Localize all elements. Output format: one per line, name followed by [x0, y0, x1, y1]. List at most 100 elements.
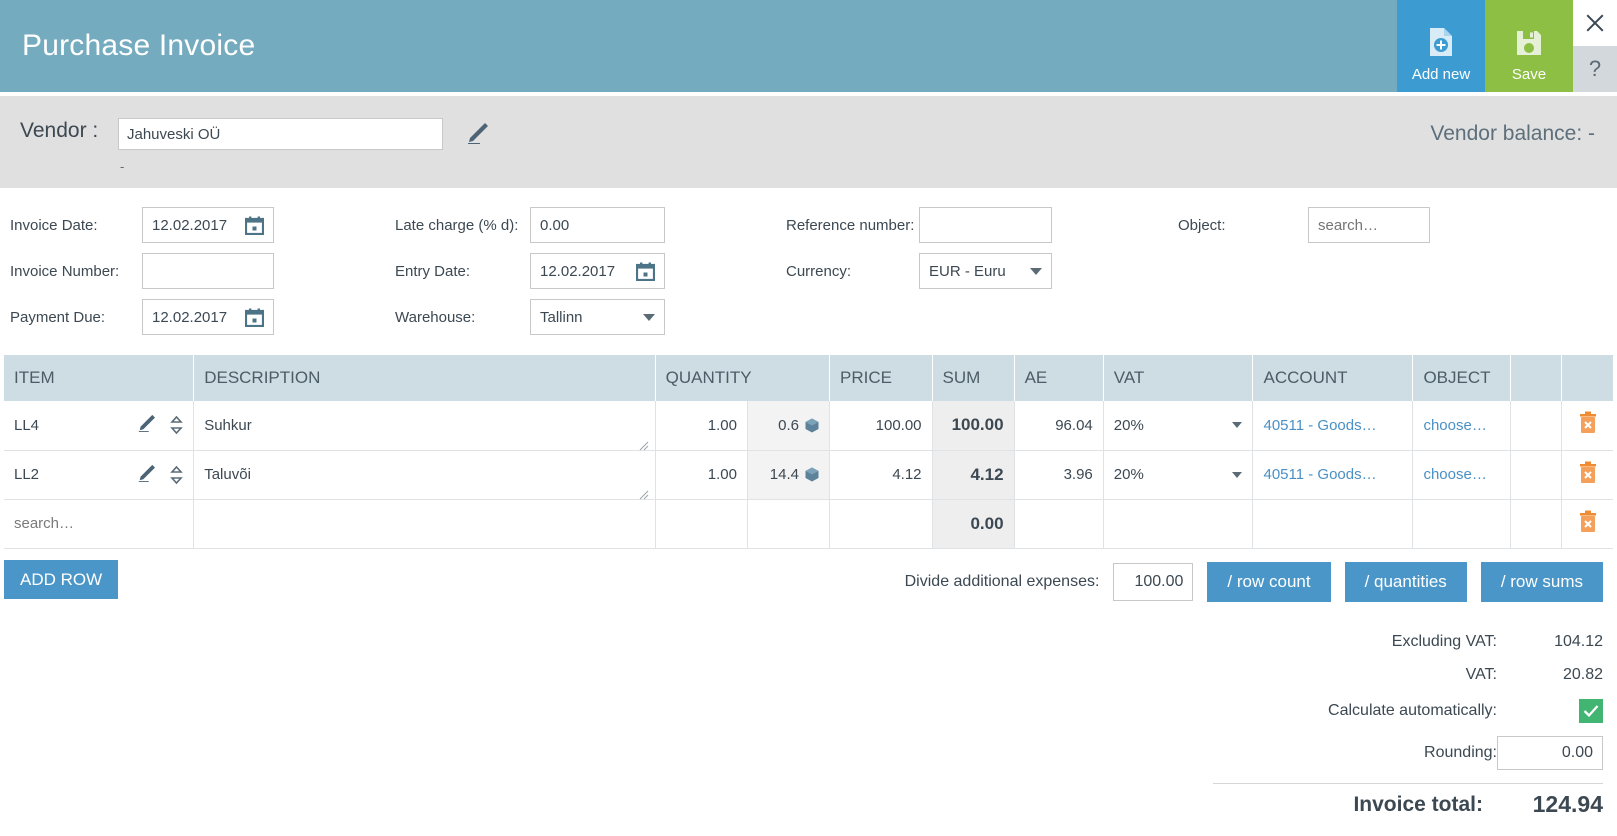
row-edit-button[interactable] — [136, 464, 156, 486]
divide-by-quantities-button[interactable]: / quantities — [1344, 562, 1467, 602]
account-link[interactable]: 40511 - Goods… — [1263, 466, 1376, 483]
column-header-sum[interactable]: SUM — [932, 355, 1015, 401]
cell-account[interactable] — [1252, 499, 1414, 549]
row-reorder-handle[interactable] — [170, 415, 183, 435]
cell-delete — [1561, 450, 1613, 500]
cell-account[interactable]: 40511 - Goods… — [1252, 450, 1414, 500]
cell-spacer — [1510, 499, 1563, 549]
textarea-resize-grip[interactable] — [639, 438, 649, 450]
chevron-down-icon — [1030, 267, 1042, 275]
invoice-form: Invoice Date: 12.02.2017 Invoice Number:… — [0, 196, 1617, 351]
invoice-total-label: Invoice total: — [1353, 792, 1483, 816]
vendor-input[interactable] — [118, 118, 443, 150]
close-button[interactable] — [1573, 0, 1617, 46]
cell-object[interactable] — [1412, 499, 1511, 549]
add-new-button[interactable]: Add new — [1397, 0, 1485, 92]
rounding-label: Rounding: — [1424, 744, 1497, 761]
cell-item[interactable]: LL4 — [4, 401, 195, 451]
cell-quantity[interactable]: 1.00 — [655, 450, 748, 500]
row-edit-button[interactable] — [136, 414, 156, 436]
window-controls: ? — [1573, 0, 1617, 92]
column-header-object[interactable]: OBJECT — [1412, 355, 1511, 401]
calculate-automatically-label: Calculate automatically: — [1328, 702, 1497, 719]
cell-object[interactable]: choose… — [1412, 401, 1511, 451]
delete-row-button[interactable] — [1577, 461, 1599, 489]
cell-vat[interactable]: 20% — [1103, 450, 1254, 500]
totals-divider — [1213, 783, 1603, 784]
document-add-icon — [1427, 27, 1455, 61]
save-button[interactable]: Save — [1485, 0, 1573, 92]
cell-price[interactable]: 4.12 — [829, 450, 933, 500]
delete-row-button[interactable] — [1577, 411, 1599, 439]
column-header-account[interactable]: ACCOUNT — [1252, 355, 1414, 401]
vendor-section: Vendor : - Vendor balance: - — [0, 96, 1617, 188]
vendor-edit-button[interactable] — [463, 122, 489, 149]
add-row-button[interactable]: ADD ROW — [4, 560, 119, 599]
warehouse-select[interactable]: Tallinn — [530, 299, 665, 335]
textarea-resize-grip[interactable] — [639, 487, 649, 499]
cell-vat[interactable]: 20% — [1103, 401, 1254, 451]
divide-by-row-sums-button[interactable]: / row sums — [1480, 562, 1603, 602]
entry-date-input[interactable]: 12.02.2017 — [530, 253, 665, 289]
column-header-ae[interactable]: AE — [1014, 355, 1104, 401]
divide-expenses-label: Divide additional expenses: — [904, 573, 1100, 590]
invoice-number-label: Invoice Number: — [10, 262, 120, 280]
cell-quantity[interactable] — [655, 499, 748, 549]
calculate-automatically-checkbox[interactable] — [1579, 699, 1603, 723]
warehouse-value: Tallinn — [540, 308, 583, 326]
cell-ae[interactable]: 3.96 — [1014, 450, 1104, 500]
divide-expenses-input[interactable] — [1113, 563, 1194, 601]
divide-by-row-count-button[interactable]: / row count — [1207, 562, 1331, 602]
reference-number-input[interactable] — [919, 207, 1052, 243]
invoice-date-value: 12.02.2017 — [152, 216, 228, 234]
column-header-vat[interactable]: VAT — [1103, 355, 1254, 401]
cell-item[interactable]: LL2 — [4, 450, 195, 500]
column-header-price[interactable]: PRICE — [829, 355, 933, 401]
late-charge-input[interactable] — [530, 207, 665, 243]
rounding-input[interactable] — [1497, 736, 1603, 770]
cell-object[interactable]: choose… — [1412, 450, 1511, 500]
account-link[interactable]: 40511 - Goods… — [1263, 417, 1376, 434]
invoice-number-input[interactable] — [142, 253, 274, 289]
cell-vat[interactable] — [1103, 499, 1254, 549]
help-button[interactable]: ? — [1573, 46, 1617, 92]
row-reorder-handle[interactable] — [170, 465, 183, 485]
object-link[interactable]: choose… — [1423, 466, 1486, 483]
cell-price[interactable] — [829, 499, 933, 549]
stock-value: 0.6 — [778, 416, 799, 434]
cell-description[interactable]: Suhkur — [193, 401, 656, 451]
vat-value: 20% — [1113, 466, 1144, 483]
object-field: Object: — [1178, 207, 1430, 243]
cell-item-search[interactable]: search… — [4, 499, 195, 549]
cell-description[interactable] — [193, 499, 656, 549]
cell-sum: 100.00 — [932, 401, 1015, 451]
cell-account[interactable]: 40511 - Goods… — [1252, 401, 1414, 451]
table-row: LL2 Taluvõi 1.00 14.4 4.12 4.12 3.96 20%… — [4, 450, 1613, 500]
cell-quantity[interactable]: 1.00 — [655, 401, 748, 451]
invoice-total-value: 124.94 — [1532, 791, 1603, 817]
invoice-number-field: Invoice Number: — [10, 253, 274, 289]
cell-ae[interactable]: 96.04 — [1014, 401, 1104, 451]
cell-description[interactable]: Taluvõi — [193, 450, 656, 500]
close-icon — [1584, 12, 1606, 34]
help-label: ? — [1588, 56, 1602, 81]
chevron-down-icon — [643, 313, 655, 321]
payment-due-input[interactable]: 12.02.2017 — [142, 299, 274, 335]
object-search-input[interactable] — [1308, 207, 1430, 243]
cell-ae[interactable] — [1014, 499, 1104, 549]
item-code: LL4 — [14, 416, 40, 434]
vendor-field-wrap: - — [118, 118, 443, 174]
delete-row-button[interactable] — [1577, 510, 1599, 538]
currency-select[interactable]: EUR - Euru — [919, 253, 1052, 289]
calendar-icon — [636, 262, 655, 281]
purchase-invoice-window: Purchase Invoice Add new Save ? Vendor:… — [0, 0, 1617, 836]
cell-price[interactable]: 100.00 — [829, 401, 933, 451]
totals-row-invoice-total: Invoice total: 124.94 — [1043, 788, 1603, 821]
column-header-quantity[interactable]: QUANTITY — [655, 355, 830, 401]
column-header-item[interactable]: ITEM — [4, 355, 195, 401]
excluding-vat-label: Excluding VAT: — [1391, 632, 1497, 650]
page-title: Purchase Invoice — [22, 29, 256, 62]
object-link[interactable]: choose… — [1423, 417, 1486, 434]
invoice-date-input[interactable]: 12.02.2017 — [142, 207, 274, 243]
column-header-description[interactable]: DESCRIPTION — [193, 355, 656, 401]
